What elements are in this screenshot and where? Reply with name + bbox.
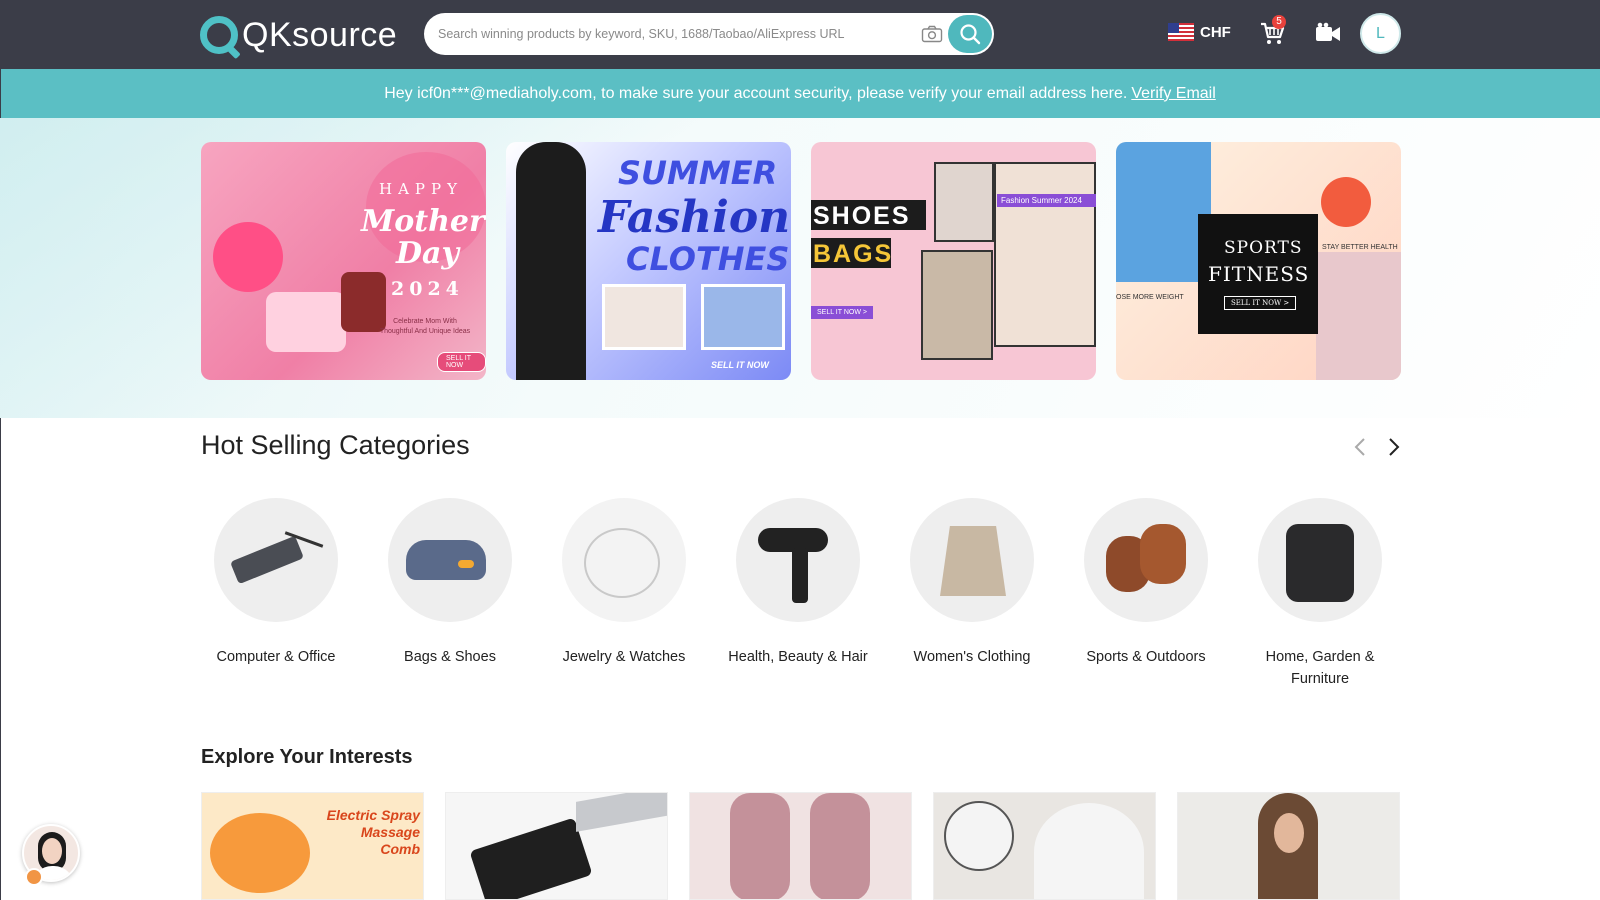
category-home-garden-furniture[interactable]: Home, Garden & Furniture (1245, 498, 1395, 690)
banner1-year: 2024 (391, 278, 464, 300)
banner2-line3: CLOTHES (626, 240, 790, 278)
banner4-line1: SPORTS (1224, 238, 1303, 258)
explore-title: Explore Your Interests (201, 746, 413, 768)
category-label: Home, Garden & Furniture (1265, 649, 1375, 687)
category-womens-clothing[interactable]: Women's Clothing (897, 498, 1047, 668)
banner3-line2: BAGS (813, 240, 894, 268)
shoe-photo-2 (994, 162, 1096, 347)
us-flag-icon (1168, 23, 1194, 41)
banner2-line2: Fashion (598, 192, 791, 243)
product-photo-dress (701, 284, 785, 350)
fitness-model-photo (1116, 142, 1211, 282)
category-computer-office[interactable]: Computer & Office (201, 498, 351, 668)
logo-text: QKsource (242, 15, 398, 54)
category-label: Health, Beauty & Hair (728, 649, 868, 665)
bag-photo (921, 250, 993, 360)
category-label: Jewelry & Watches (562, 649, 686, 665)
category-label: Bags & Shoes (404, 649, 496, 665)
ping-pong-shape (1321, 177, 1371, 227)
banner2-cta[interactable]: SELL IT NOW (711, 360, 769, 370)
tile-title: Electric Spray Massage Comb (326, 807, 420, 857)
notice-message: Hey icf0n***@mediaholy.com, to make sure… (384, 84, 1128, 102)
user-avatar[interactable]: L (1360, 13, 1401, 54)
category-label: Computer & Office (216, 649, 336, 665)
search-input[interactable] (438, 23, 908, 45)
product-tile[interactable]: Electric Spray Massage Comb (201, 792, 424, 900)
video-camera-icon[interactable] (1315, 22, 1341, 44)
product-tile[interactable] (933, 792, 1156, 900)
currency-label: CHF (1200, 23, 1231, 41)
logo-icon (200, 16, 238, 54)
summer-fashion-banner[interactable]: SUMMER Fashion CLOTHES SELL IT NOW (506, 142, 791, 380)
banner1-sub: Celebrate Mom With Thoughtful And Unique… (379, 318, 471, 335)
banner4-cta[interactable]: SELL IT NOW > (1224, 296, 1297, 310)
banner1-line2: Mother's (361, 204, 486, 239)
banner4-left-tag: OSE MORE WEIGHT (1116, 294, 1184, 301)
category-label: Sports & Outdoors (1086, 649, 1206, 665)
banner1-line3: Day (396, 236, 459, 271)
currency-selector[interactable]: CHF (1168, 23, 1231, 41)
product-tile[interactable] (445, 792, 668, 900)
model-jumpsuit-shape (516, 142, 586, 380)
site-logo[interactable]: QKsource (200, 14, 397, 56)
search-button[interactable] (948, 15, 992, 53)
category-label: Women's Clothing (913, 649, 1031, 665)
heart-shape (213, 222, 283, 292)
prev-arrow-icon[interactable] (1350, 436, 1372, 458)
cart-count-badge: 5 (1272, 15, 1286, 29)
product-tile[interactable] (689, 792, 912, 900)
product-tile[interactable] (1177, 792, 1400, 900)
mothers-day-banner[interactable]: HAPPY Mother's Day 2024 Celebrate Mom Wi… (201, 142, 486, 380)
banner1-cta[interactable]: SELL IT NOW (437, 352, 486, 372)
sports-fitness-banner[interactable]: SPORTS FITNESS SELL IT NOW > OSE MORE WE… (1116, 142, 1401, 380)
chat-icon[interactable] (25, 868, 43, 886)
massage-gun-image (736, 498, 860, 622)
skirt-image (910, 498, 1034, 622)
banner3-tag: Fashion Summer 2024 (997, 194, 1096, 207)
category-sports-outdoors[interactable]: Sports & Outdoors (1071, 498, 1221, 668)
verify-email-notice: Hey icf0n***@mediaholy.com, to make sure… (0, 69, 1600, 118)
shoe-photo-1 (934, 162, 994, 242)
banner2-line1: SUMMER (618, 154, 778, 192)
category-health-beauty-hair[interactable]: Health, Beauty & Hair (723, 498, 873, 668)
product-photo-top (602, 284, 686, 350)
boxing-gloves-image (1084, 498, 1208, 622)
explore-grid: Electric Spray Massage Comb (201, 792, 1401, 900)
gift-box-shape (266, 292, 346, 352)
banner3-line1: SHOES (813, 202, 911, 230)
category-bags-shoes[interactable]: Bags & Shoes (375, 498, 525, 668)
usb-hub-image (214, 498, 338, 622)
banner4-line2: FITNESS (1208, 262, 1310, 286)
hot-selling-title: Hot Selling Categories (201, 430, 470, 460)
banner4-right-tag: STAY BETTER HEALTH (1322, 244, 1398, 251)
top-header: QKsource CHF (0, 0, 1600, 69)
search-bar (424, 13, 994, 55)
camera-icon[interactable] (921, 25, 943, 43)
category-jewelry-watches[interactable]: Jewelry & Watches (549, 498, 699, 668)
banner1-line1: HAPPY (379, 180, 464, 198)
shoes-bags-banner[interactable]: SHOES BAGS Fashion Summer 2024 SELL IT N… (811, 142, 1096, 380)
search-icon (960, 24, 981, 45)
leggings-photo (1316, 252, 1401, 380)
banner3-cta[interactable]: SELL IT NOW > (811, 306, 873, 319)
verify-email-link[interactable]: Verify Email (1131, 85, 1215, 103)
category-carousel: Computer & Office Bags & Shoes Jewelry &… (201, 498, 1401, 698)
banner-carousel: HAPPY Mother's Day 2024 Celebrate Mom Wi… (201, 142, 1401, 380)
next-arrow-icon[interactable] (1382, 436, 1404, 458)
sandals-image (388, 498, 512, 622)
air-fryer-image (1258, 498, 1382, 622)
ring-image (562, 498, 686, 622)
